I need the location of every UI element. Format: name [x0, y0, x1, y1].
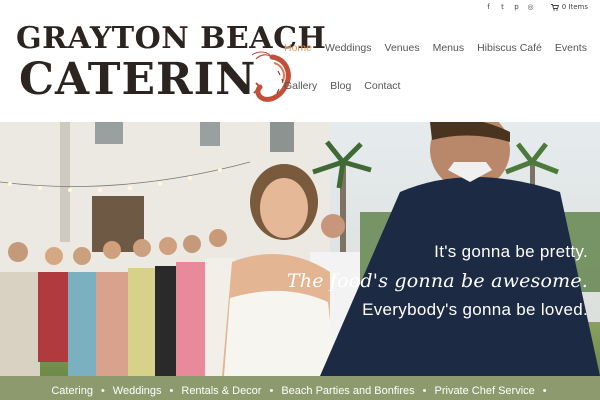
site-logo[interactable]: GRAYTON BEACH CATERIN [16, 21, 326, 105]
service-rentals-decor[interactable]: Rentals & Decor [181, 385, 261, 397]
logo-line-2: CATERIN [19, 54, 257, 105]
tagline-line-3: Everybody's gonna be loved. [362, 300, 588, 319]
cart-link[interactable]: 0 Items [550, 3, 588, 11]
top-utility-bar: f t p ◎ 0 Items [0, 0, 600, 16]
cart-count: 0 Items [561, 3, 588, 11]
service-weddings[interactable]: Weddings [113, 385, 162, 397]
hero-banner: It's gonna be pretty. The food's gonna b… [0, 122, 600, 376]
service-catering[interactable]: Catering [51, 385, 93, 397]
social-links: f t p ◎ [485, 3, 534, 11]
site-header: GRAYTON BEACH CATERIN Home Weddings Venu… [0, 16, 600, 122]
nav-weddings[interactable]: Weddings [325, 42, 372, 54]
separator: • [169, 385, 174, 397]
nav-gallery[interactable]: Gallery [284, 80, 317, 92]
service-private-chef[interactable]: Private Chef Service [435, 385, 535, 397]
twitter-icon[interactable]: t [499, 3, 506, 11]
nav-hibiscus-cafe[interactable]: Hibiscus Café [477, 42, 542, 54]
nav-venues[interactable]: Venues [385, 42, 420, 54]
nav-events[interactable]: Events [555, 42, 587, 54]
separator: • [422, 385, 427, 397]
hero-tagline: It's gonna be pretty. The food's gonna b… [287, 242, 588, 320]
separator: • [269, 385, 274, 397]
services-bar: Catering • Weddings • Rentals & Decor • … [0, 376, 600, 400]
tagline-line-2: The food's gonna be awesome. [286, 270, 588, 292]
nav-contact[interactable]: Contact [364, 80, 400, 92]
instagram-icon[interactable]: ◎ [527, 3, 534, 11]
pinterest-icon[interactable]: p [513, 3, 520, 11]
separator: • [100, 385, 105, 397]
tagline-line-1: It's gonna be pretty. [434, 242, 588, 261]
cart-icon [550, 3, 559, 11]
nav-home[interactable]: Home [284, 42, 312, 54]
separator: • [542, 385, 547, 397]
service-beach-parties[interactable]: Beach Parties and Bonfires [281, 385, 414, 397]
main-navigation: Home Weddings Venues Menus Hibiscus Café… [284, 42, 594, 118]
nav-menus[interactable]: Menus [433, 42, 465, 54]
nav-blog[interactable]: Blog [330, 80, 351, 92]
facebook-icon[interactable]: f [485, 3, 492, 11]
